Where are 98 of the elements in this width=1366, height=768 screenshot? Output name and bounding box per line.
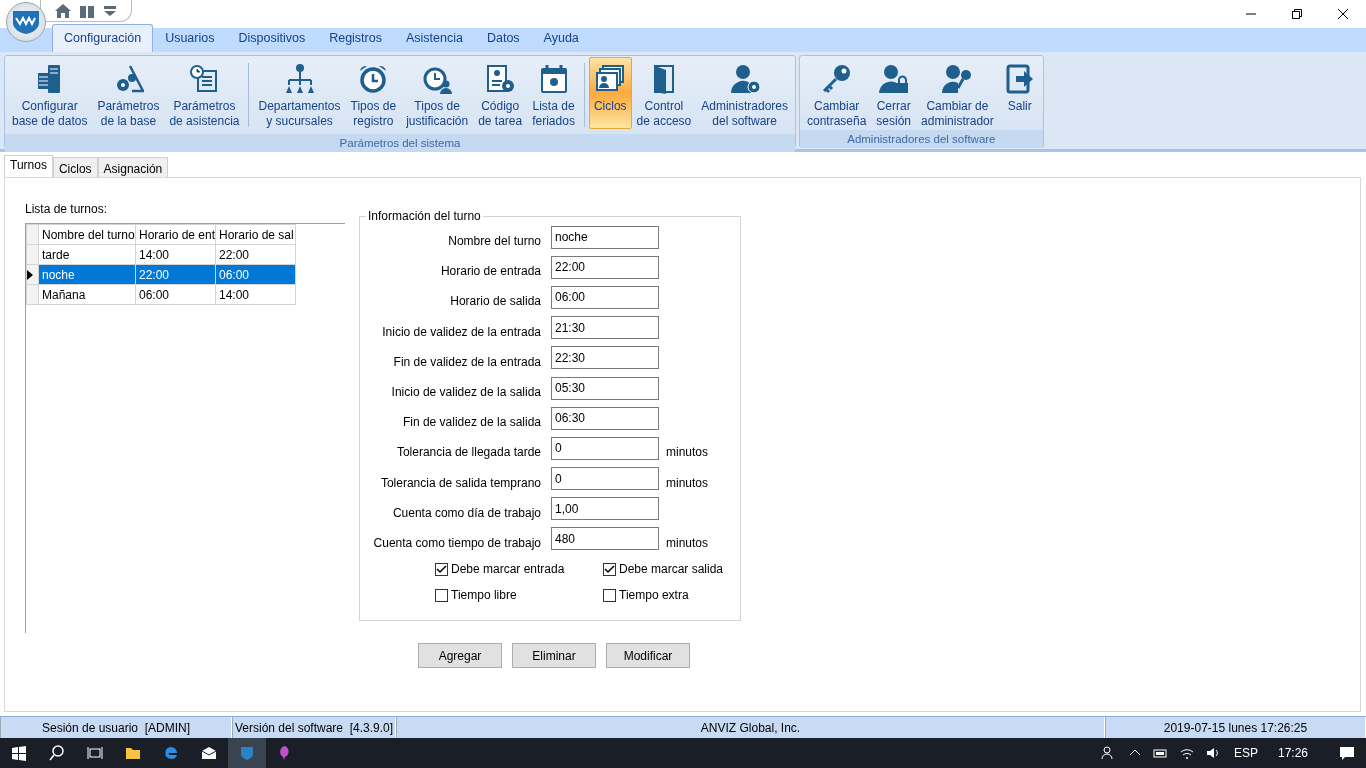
ribbon-button[interactable]: Administradores del software: [696, 57, 793, 129]
table-cell: 22:00: [215, 244, 296, 265]
list-label: Lista de turnos:: [25, 201, 109, 218]
ribbon-button[interactable]: Cerrar sesión: [871, 57, 917, 129]
input-field[interactable]: 0: [551, 436, 659, 460]
ribbon-button[interactable]: Cambiar de administrador: [916, 57, 999, 129]
field-label: Tolerancia de salida temprano: [379, 474, 542, 492]
column-header[interactable]: Horario de ent: [135, 224, 216, 245]
field-label: Horario de salida: [449, 293, 542, 311]
checkbox[interactable]: [435, 562, 448, 576]
ribbon-tab[interactable]: Registros: [317, 24, 394, 52]
input-field[interactable]: 21:30: [551, 316, 659, 340]
table-cell: tarde: [38, 244, 136, 265]
checkbox-label: Tiempo extra: [619, 587, 689, 605]
action-button[interactable]: Agregar: [418, 643, 502, 668]
dropdown-icon[interactable]: [103, 4, 117, 17]
table-cell: 14:00: [215, 284, 296, 305]
ribbon-tab[interactable]: Configuración: [52, 24, 154, 52]
unit-label: minutos: [666, 474, 709, 492]
ribbon-button[interactable]: Cambiar contraseña: [802, 57, 872, 129]
search-icon[interactable]: [49, 745, 65, 761]
input-field[interactable]: 05:30: [551, 376, 659, 400]
column-header[interactable]: Horario de sal: [215, 224, 296, 245]
input-field[interactable]: 22:30: [551, 346, 659, 370]
row-pointer-icon: [27, 270, 33, 281]
unit-label: minutos: [666, 534, 709, 552]
ribbon-button[interactable]: Salir: [998, 57, 1041, 129]
notification-icon[interactable]: [1339, 745, 1355, 761]
input-field[interactable]: noche: [551, 225, 659, 249]
input-field[interactable]: 22:00: [551, 255, 659, 279]
person-gear-icon: [728, 63, 761, 95]
input-field[interactable]: 480: [551, 527, 659, 551]
ribbon-button[interactable]: Ciclos: [588, 57, 632, 129]
table-row[interactable]: Mañana 06:00 14:00: [26, 284, 296, 305]
document-gear-icon: [484, 63, 517, 95]
ribbon-button[interactable]: Parámetros de asistencia: [164, 57, 245, 129]
field-label: Cuenta como día de trabajo: [391, 504, 542, 522]
ribbon-button[interactable]: Parámetros de la base: [92, 57, 165, 129]
org-chart-icon: [283, 63, 316, 95]
table-cell: 14:00: [135, 244, 216, 265]
ribbon-tab[interactable]: Datos: [474, 24, 532, 52]
input-field[interactable]: 06:30: [551, 406, 659, 430]
folder-icon[interactable]: [125, 745, 141, 761]
checkbox[interactable]: [435, 588, 448, 602]
ribbon-button[interactable]: Código de tarea: [473, 57, 528, 129]
person-key-icon: [941, 63, 974, 95]
ribbon-button[interactable]: Configurar base de datos: [7, 57, 93, 129]
field-label: Fin de validez de la salida: [401, 414, 542, 432]
speaker-icon[interactable]: [1204, 745, 1221, 761]
ribbon-tab[interactable]: Dispositivos: [226, 24, 318, 52]
mail-icon[interactable]: [201, 745, 217, 761]
checkbox-label: Tiempo libre: [451, 587, 517, 605]
field-label: Tolerancia de llegada tarde: [395, 444, 542, 462]
action-button[interactable]: Modificar: [606, 643, 690, 668]
checkbox-label: Debe marcar salida: [619, 561, 724, 579]
ribbon-tab[interactable]: Ayuda: [531, 24, 591, 52]
person-lock-icon: [877, 63, 910, 95]
input-field[interactable]: 1,00: [551, 497, 659, 521]
field-label: Inicio de validez de la salida: [390, 384, 542, 402]
language-indicator[interactable]: ESP: [1233, 744, 1258, 762]
key-icon: [820, 63, 853, 95]
app-shield-icon[interactable]: [239, 745, 255, 761]
page-tab[interactable]: Ciclos: [52, 157, 98, 177]
checkbox[interactable]: [603, 588, 616, 602]
page-tab[interactable]: Asignación: [97, 157, 169, 177]
ribbon-button[interactable]: Departamentos y sucursales: [253, 57, 346, 129]
browser-icon[interactable]: [163, 745, 179, 761]
field-label: Fin de validez de la entrada: [392, 353, 542, 371]
table-cell: 06:00: [135, 284, 216, 305]
field-label: Inicio de validez de la entrada: [381, 323, 542, 341]
checkbox[interactable]: [603, 562, 616, 576]
ribbon-button[interactable]: Lista de feriados: [527, 57, 580, 129]
table-cell: Mañana: [38, 284, 136, 305]
input-field[interactable]: 06:00: [551, 285, 659, 309]
ribbon-button[interactable]: Tipos de registro: [345, 57, 402, 129]
home-icon[interactable]: [55, 3, 71, 18]
field-label: Nombre del turno: [447, 233, 542, 251]
panel-title: Información del turno: [367, 210, 482, 222]
start-icon[interactable]: [11, 745, 27, 761]
group-title: Administradores del software: [800, 130, 1043, 148]
field-label: Horario de entrada: [439, 263, 542, 281]
field-label: Cuenta como tiempo de trabajo: [372, 534, 542, 552]
ribbon-button[interactable]: Control de acceso: [631, 57, 697, 129]
input-field[interactable]: 0: [551, 467, 659, 491]
checkbox-label: Debe marcar entrada: [451, 561, 565, 579]
action-button[interactable]: Eliminar: [512, 643, 596, 668]
ribbon-tab[interactable]: Usuarios: [153, 24, 227, 52]
app-logo-icon[interactable]: [6, 2, 46, 42]
page-tab[interactable]: Turnos: [4, 155, 53, 177]
table-row[interactable]: noche 22:00 06:00: [26, 264, 296, 285]
group-title: Parámetros del sistema: [5, 134, 795, 152]
task-view-icon[interactable]: [87, 745, 103, 761]
ribbon-tab[interactable]: Asistencia: [393, 24, 475, 52]
clock-time[interactable]: 17:26: [1277, 744, 1308, 762]
column-header[interactable]: Nombre del turno: [38, 224, 136, 245]
ribbon-button[interactable]: Tipos de justificación: [401, 57, 474, 129]
table-row[interactable]: tarde 14:00 22:00: [26, 244, 296, 265]
unit-label: minutos: [666, 444, 709, 462]
